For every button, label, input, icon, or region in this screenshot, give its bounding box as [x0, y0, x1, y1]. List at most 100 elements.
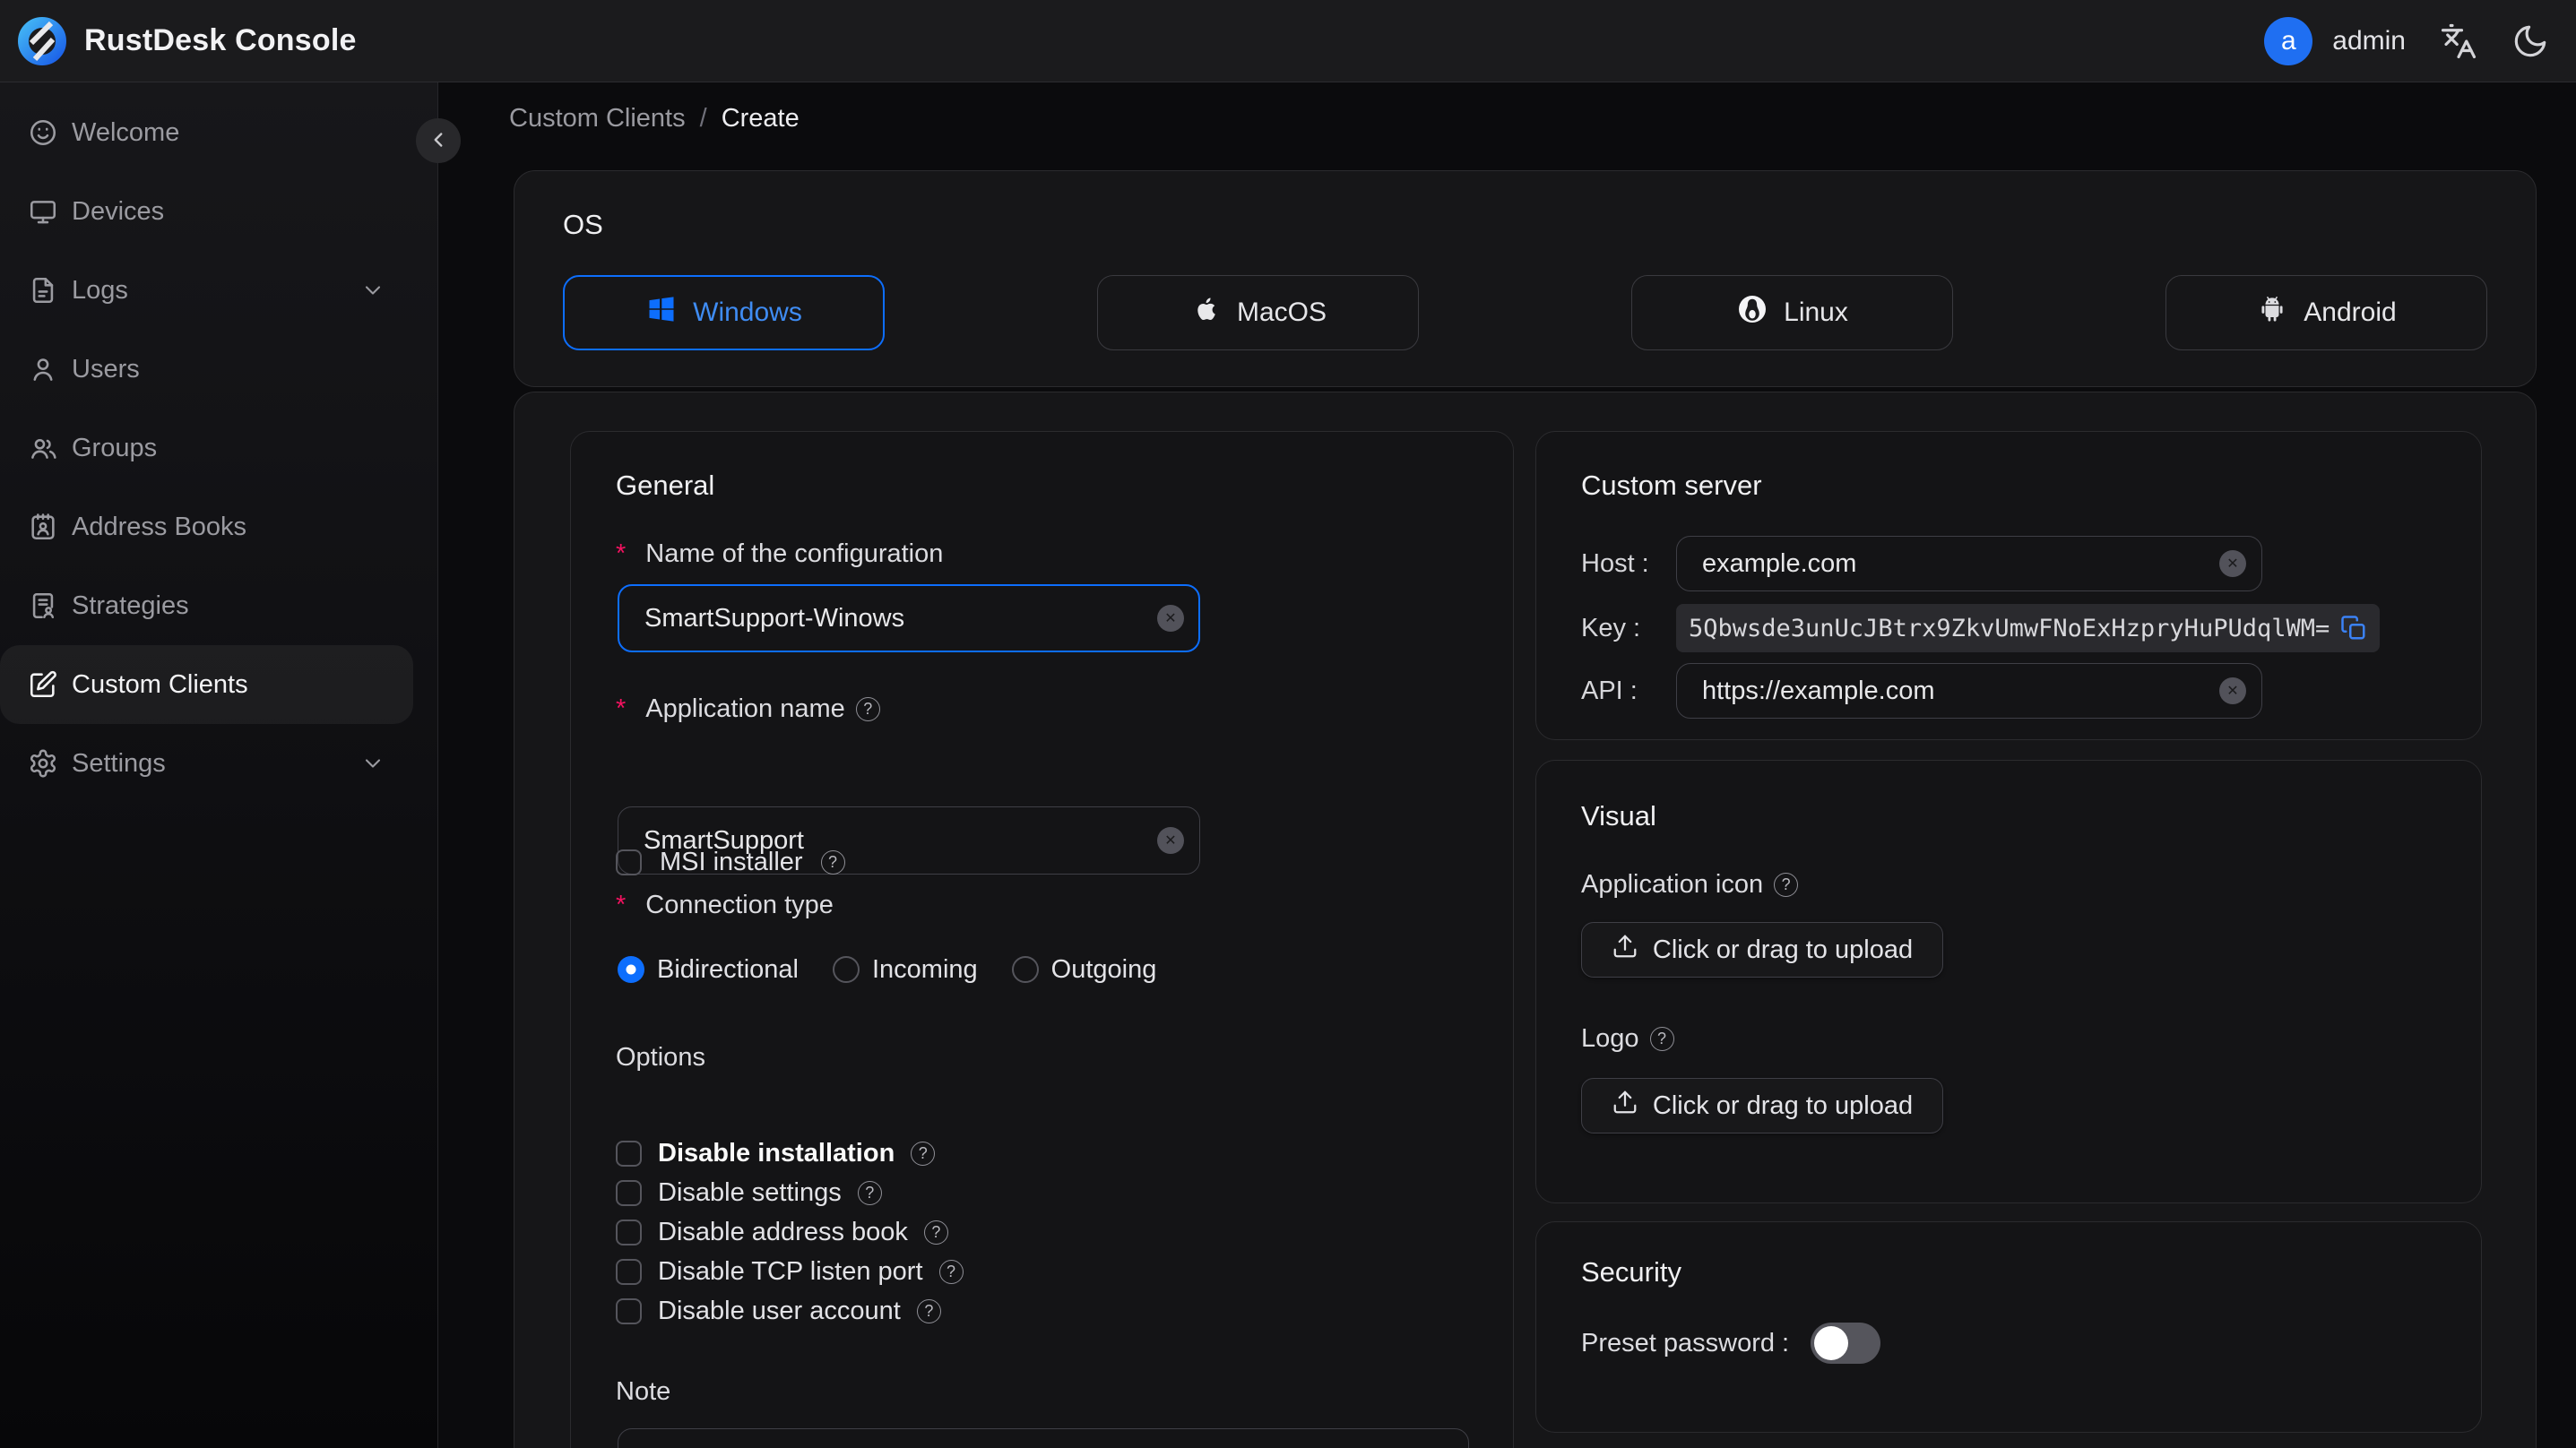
sidebar-item-settings[interactable]: Settings: [0, 724, 437, 803]
file-text-icon: [28, 275, 58, 306]
gear-icon: [28, 748, 58, 779]
radio-icon[interactable]: [618, 956, 644, 983]
key-row: Key : 5Qbwsde3unUcJBtrx9ZkvUmwFNoExHzpry…: [1581, 604, 2438, 652]
option-disable-settings: Disable settings: [616, 1176, 964, 1209]
general-card: General Name of the configuration Applic…: [570, 431, 1514, 1448]
help-icon[interactable]: [923, 1220, 948, 1245]
clear-icon[interactable]: [2219, 550, 2246, 577]
monitor-icon: [28, 196, 58, 227]
radio-option-outgoing[interactable]: Outgoing: [1011, 955, 1156, 985]
os-linux-button[interactable]: Linux: [1631, 275, 1953, 350]
language-icon[interactable]: [2440, 22, 2477, 60]
upload-application-icon-button[interactable]: Click or drag to upload: [1581, 922, 1943, 978]
main-content: Custom Clients / Create OS Windows MacOS…: [439, 82, 2576, 1448]
sidebar-item-address-books[interactable]: Address Books: [0, 487, 437, 566]
copy-icon[interactable]: [2340, 615, 2367, 642]
sidebar-item-label: Welcome: [72, 117, 180, 147]
help-icon[interactable]: [855, 697, 880, 721]
upload-button-label: Click or drag to upload: [1652, 935, 1914, 964]
sidebar-item-label: Settings: [72, 748, 166, 778]
sidebar: Welcome Devices Logs Users Groups Addres…: [0, 82, 438, 1448]
option-disable-installation: Disable installation: [616, 1137, 964, 1169]
connection-type-label: Connection type: [616, 891, 834, 920]
help-icon[interactable]: [820, 849, 845, 875]
breadcrumb-separator: /: [699, 104, 707, 133]
apple-icon: [1189, 293, 1222, 332]
upload-icon: [1612, 933, 1638, 967]
users-icon: [28, 433, 58, 463]
custom-server-title: Custom server: [1581, 470, 1762, 501]
host-label: Host :: [1581, 548, 1649, 578]
sidebar-item-label: Address Books: [72, 512, 247, 541]
help-icon[interactable]: [911, 1141, 936, 1166]
help-icon[interactable]: [916, 1298, 941, 1323]
sidebar-item-devices[interactable]: Devices: [0, 172, 437, 251]
sidebar-item-logs[interactable]: Logs: [0, 251, 437, 330]
preset-password-label: Preset password :: [1581, 1328, 1790, 1358]
key-value: 5Qbwsde3unUcJBtrx9ZkvUmwFNoExHzpryHuPUdq…: [1689, 614, 2330, 642]
radio-icon[interactable]: [1011, 956, 1039, 983]
configuration-section: General Name of the configuration Applic…: [514, 392, 2537, 1448]
key-field[interactable]: 5Qbwsde3unUcJBtrx9ZkvUmwFNoExHzpryHuPUdq…: [1676, 604, 2381, 652]
custom-server-card: Custom server Host : Key : 5Qbwsde3unUcJ…: [1535, 431, 2482, 740]
os-option-label: Linux: [1784, 297, 1848, 327]
dark-mode-moon-icon[interactable]: [2511, 22, 2549, 60]
help-icon[interactable]: [857, 1180, 882, 1205]
configuration-name-field: [618, 584, 1200, 652]
help-icon[interactable]: [1649, 1027, 1674, 1051]
breadcrumb-parent[interactable]: Custom Clients: [509, 104, 686, 134]
clear-icon[interactable]: [2219, 677, 2246, 704]
disable-installation-checkbox[interactable]: [616, 1140, 642, 1167]
help-icon[interactable]: [1774, 873, 1799, 897]
windows-icon: [645, 293, 678, 332]
sidebar-item-groups[interactable]: Groups: [0, 409, 437, 487]
os-section-title: OS: [563, 209, 603, 240]
disable-tcp-listen-port-checkbox[interactable]: [616, 1258, 642, 1285]
os-windows-button[interactable]: Windows: [563, 275, 885, 350]
disable-settings-checkbox[interactable]: [616, 1179, 642, 1206]
note-label: Note: [616, 1377, 671, 1406]
user-name[interactable]: admin: [2332, 26, 2406, 56]
chevron-down-icon: [360, 278, 385, 303]
breadcrumb-current: Create: [721, 104, 800, 133]
options-list: Disable installation Disable settings Di…: [616, 1137, 964, 1327]
options-title: Options: [616, 1043, 705, 1072]
strategy-icon: [28, 590, 58, 621]
msi-installer-row: MSI installer: [616, 846, 845, 878]
sidebar-item-strategies[interactable]: Strategies: [0, 566, 437, 645]
configuration-name-input[interactable]: [618, 584, 1200, 652]
msi-installer-label: MSI installer: [660, 847, 803, 876]
address-book-icon: [28, 512, 58, 542]
sidebar-item-label: Strategies: [72, 590, 189, 620]
option-disable-user-account: Disable user account: [616, 1295, 964, 1327]
breadcrumb: Custom Clients / Create: [509, 104, 800, 134]
radio-icon[interactable]: [832, 956, 860, 983]
logo-label: Logo: [1581, 1024, 1674, 1054]
api-input[interactable]: [1676, 663, 2262, 719]
disable-address-book-checkbox[interactable]: [616, 1219, 642, 1245]
clear-icon[interactable]: [1157, 827, 1184, 854]
chevron-down-icon: [360, 751, 385, 776]
option-disable-tcp-listen-port: Disable TCP listen port: [616, 1255, 964, 1288]
os-android-button[interactable]: Android: [2165, 275, 2487, 350]
host-input[interactable]: [1676, 536, 2262, 591]
sidebar-item-welcome[interactable]: Welcome: [0, 93, 437, 172]
msi-installer-checkbox[interactable]: [616, 849, 642, 875]
sidebar-item-custom-clients[interactable]: Custom Clients: [0, 645, 413, 724]
upload-logo-button[interactable]: Click or drag to upload: [1581, 1078, 1943, 1133]
avatar[interactable]: a: [2264, 16, 2313, 65]
connection-type-radio-group: Bidirectional Incoming Outgoing: [618, 952, 1156, 987]
note-textarea[interactable]: [618, 1428, 1469, 1448]
preset-password-toggle[interactable]: [1811, 1323, 1881, 1364]
sidebar-collapse-button[interactable]: [416, 118, 461, 163]
os-macos-button[interactable]: MacOS: [1097, 275, 1419, 350]
disable-user-account-checkbox[interactable]: [616, 1297, 642, 1324]
clear-icon[interactable]: [1157, 605, 1184, 632]
help-icon[interactable]: [938, 1259, 964, 1284]
option-disable-address-book: Disable address book: [616, 1216, 964, 1248]
api-label: API :: [1581, 676, 1638, 705]
sidebar-item-users[interactable]: Users: [0, 330, 437, 409]
radio-option-bidirectional[interactable]: Bidirectional: [618, 955, 799, 985]
radio-option-incoming[interactable]: Incoming: [832, 955, 978, 985]
security-card: Security Preset password :: [1535, 1221, 2482, 1433]
